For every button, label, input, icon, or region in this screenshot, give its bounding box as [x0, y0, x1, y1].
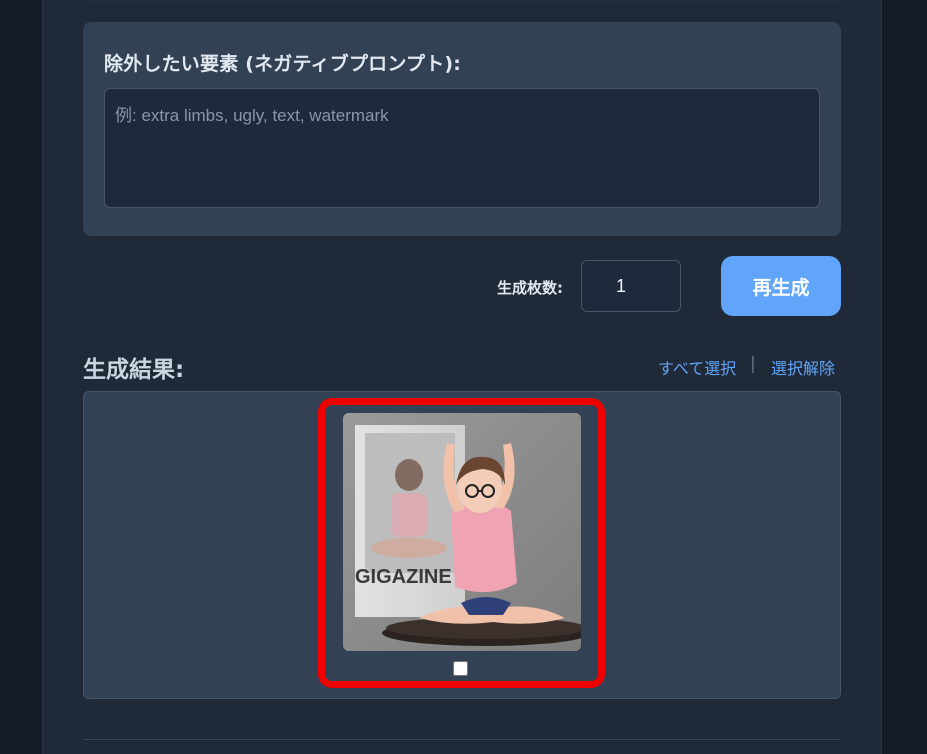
- page-background-right: [882, 0, 927, 754]
- select-all-link[interactable]: すべて選択: [658, 355, 736, 379]
- figure-photo-icon: GIGAZINE: [343, 413, 581, 651]
- generation-count-input[interactable]: [581, 260, 681, 312]
- result-select-checkbox[interactable]: [453, 661, 468, 676]
- previous-section-edge: [84, 0, 840, 2]
- negative-prompt-card: 除外したい要素 (ネガティブプロンプト):: [83, 22, 841, 236]
- generation-count-label: 生成枚数:: [497, 279, 563, 297]
- section-divider: [84, 739, 840, 740]
- result-image[interactable]: GIGAZINE: [343, 413, 581, 651]
- regenerate-button[interactable]: 再生成: [721, 256, 841, 316]
- results-title: 生成結果:: [83, 357, 185, 383]
- negative-prompt-input[interactable]: [104, 88, 820, 208]
- svg-text:GIGAZINE: GIGAZINE: [355, 566, 452, 588]
- deselect-all-link[interactable]: 選択解除: [771, 355, 835, 379]
- negative-prompt-label: 除外したい要素 (ネガティブプロンプト):: [104, 53, 462, 75]
- link-separator: |: [750, 354, 756, 374]
- page-background-left: [0, 0, 42, 754]
